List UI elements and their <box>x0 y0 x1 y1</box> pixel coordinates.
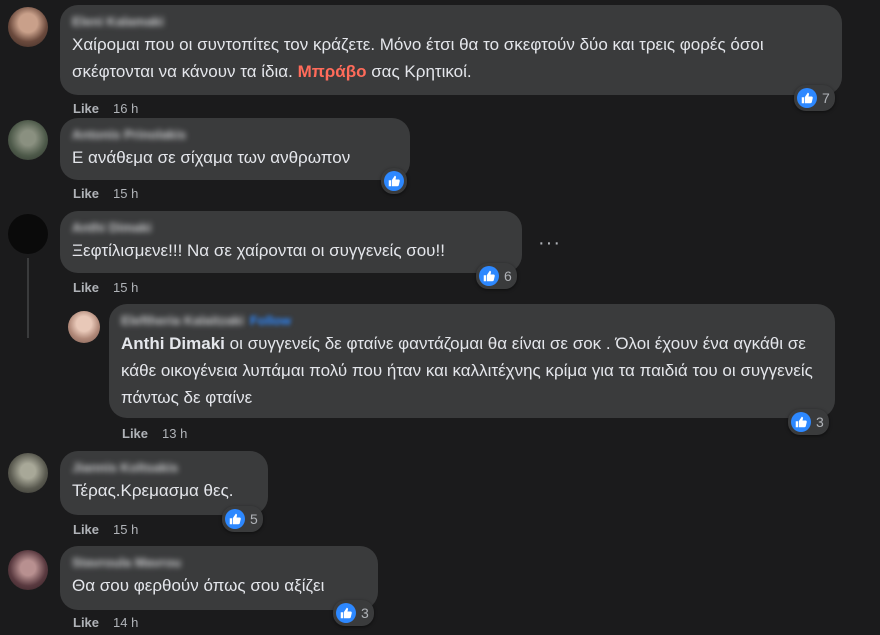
comment-text: Ξεφτίλισμενε!!! Να σε χαίρονται οι συγγε… <box>72 241 445 260</box>
comment-bubble: Antonis Prinolakis Ε ανάθεμα σε σίχαμα τ… <box>60 118 410 180</box>
comment-text: Ε ανάθεμα σε σίχαμα των ανθρωπον <box>72 148 351 167</box>
thumbs-up-icon <box>797 88 817 108</box>
like-button[interactable]: Like <box>73 615 99 630</box>
comment-bubble: Anthi Dimaki Ξεφτίλισμενε!!! Να σε χαίρο… <box>60 211 522 273</box>
comment-author[interactable]: Stavroula Mavrou <box>72 554 366 572</box>
avatar[interactable] <box>8 214 48 254</box>
thumbs-up-icon <box>384 171 404 191</box>
comment-meta: Like 13 h <box>122 426 187 441</box>
timestamp[interactable]: 15 h <box>113 522 138 537</box>
highlighted-word: Μπράβο <box>297 62 367 81</box>
comment-author[interactable]: Eleftheria Kalaitzaki <box>121 313 244 328</box>
thumbs-up-icon <box>791 412 811 432</box>
reaction-count[interactable]: 5 <box>222 506 263 532</box>
like-button[interactable]: Like <box>73 280 99 295</box>
comment-author[interactable]: Jiannis Koltsakis <box>72 459 256 477</box>
comment-text: Θα σου φερθούν όπως σου αξίζει <box>72 576 325 595</box>
avatar[interactable] <box>8 453 48 493</box>
thumbs-up-icon <box>336 603 356 623</box>
avatar[interactable] <box>8 7 48 47</box>
comment-bubble: Eleftheria Kalaitzaki Follow Anthi Dimaki… <box>109 304 835 418</box>
comment-text: Anthi Dimaki οι συγγενείς δε φταίνε φαντ… <box>121 334 813 407</box>
comment-author[interactable]: Eleni Kalamaki <box>72 13 830 31</box>
like-button[interactable]: Like <box>73 522 99 537</box>
like-button[interactable]: Like <box>73 101 99 116</box>
thumbs-up-icon <box>225 509 245 529</box>
comment-bubble: Eleni Kalamaki Χαίρομαι που οι συντοπίτε… <box>60 5 842 95</box>
reaction-count[interactable]: 7 <box>794 85 835 111</box>
comment-meta: Like 14 h <box>73 615 138 630</box>
like-button[interactable]: Like <box>122 426 148 441</box>
reaction-count[interactable]: 3 <box>333 600 374 626</box>
timestamp[interactable]: 13 h <box>162 426 187 441</box>
more-options-icon[interactable]: ··· <box>538 232 561 255</box>
reaction-count[interactable] <box>381 168 407 194</box>
comment-meta: Like 15 h <box>73 522 138 537</box>
timestamp[interactable]: 14 h <box>113 615 138 630</box>
mention-link[interactable]: Anthi Dimaki <box>121 334 225 353</box>
comment-author[interactable]: Anthi Dimaki <box>72 219 510 237</box>
comment-meta: Like 15 h <box>73 186 138 201</box>
timestamp[interactable]: 15 h <box>113 280 138 295</box>
reaction-count[interactable]: 6 <box>476 263 517 289</box>
thread-line <box>27 258 29 338</box>
comment-meta: Like 15 h <box>73 280 138 295</box>
timestamp[interactable]: 15 h <box>113 186 138 201</box>
comment-author[interactable]: Antonis Prinolakis <box>72 126 398 144</box>
follow-button[interactable]: Follow <box>250 313 291 328</box>
comment-text: Τέρας.Κρεμασμα θες. <box>72 481 234 500</box>
avatar[interactable] <box>8 120 48 160</box>
thumbs-up-icon <box>479 266 499 286</box>
comment-bubble: Stavroula Mavrou Θα σου φερθούν όπως σου… <box>60 546 378 610</box>
comment-text: Χαίρομαι που οι συντοπίτες τον κράζετε. … <box>72 35 764 81</box>
avatar[interactable] <box>68 311 100 343</box>
like-button[interactable]: Like <box>73 186 99 201</box>
reaction-count[interactable]: 3 <box>788 409 829 435</box>
timestamp[interactable]: 16 h <box>113 101 138 116</box>
avatar[interactable] <box>8 550 48 590</box>
comment-meta: Like 16 h <box>73 101 138 116</box>
